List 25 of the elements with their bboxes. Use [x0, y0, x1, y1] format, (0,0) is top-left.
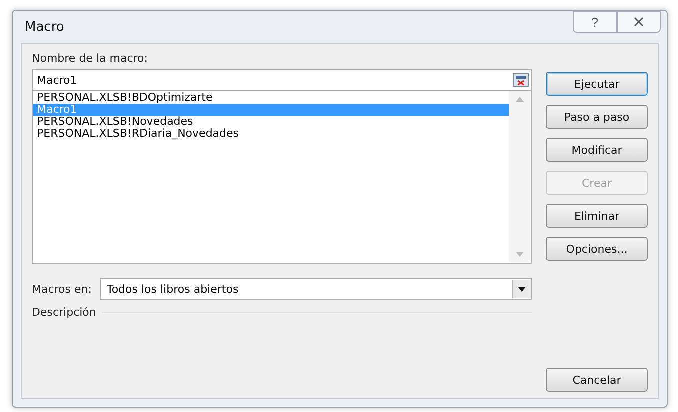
description-label: Descripción: [32, 306, 96, 319]
macro-list-item[interactable]: PERSONAL.XLSB!BDOptimizarte: [33, 92, 509, 104]
scrollbar[interactable]: [509, 91, 531, 263]
scroll-up-icon[interactable]: [516, 97, 524, 102]
dialog-button[interactable]: Eliminar: [546, 204, 648, 228]
macros-in-dropdown[interactable]: Todos los libros abiertos: [100, 278, 532, 300]
field-label: Nombre de la macro:: [32, 52, 149, 65]
caret-icon: [518, 286, 526, 292]
dialog-button[interactable]: Ejecutar: [546, 72, 648, 96]
combo-label: Macros en:: [32, 282, 92, 296]
collapse-dialog-icon[interactable]: [513, 73, 529, 87]
macro-list-item[interactable]: PERSONAL.XLSB!RDiaria_Novedades: [33, 128, 509, 140]
dropdown-value: Todos los libros abiertos: [106, 282, 239, 296]
scroll-down-icon[interactable]: [516, 252, 524, 257]
help-button[interactable]: ?: [573, 11, 617, 33]
window-title: Macro: [25, 20, 64, 34]
dialog-button[interactable]: Modificar: [546, 138, 648, 162]
close-icon: [634, 17, 644, 27]
macro-name-field[interactable]: Macro1: [32, 69, 532, 91]
macro-list-item[interactable]: PERSONAL.XLSB!Novedades: [33, 116, 509, 128]
close-button[interactable]: [617, 11, 661, 33]
cancel-button[interactable]: Cancelar: [546, 368, 648, 392]
field-value: Macro1: [37, 74, 78, 86]
dialog-button[interactable]: Opciones...: [546, 237, 648, 261]
dialog-button[interactable]: Paso a paso: [546, 105, 648, 129]
